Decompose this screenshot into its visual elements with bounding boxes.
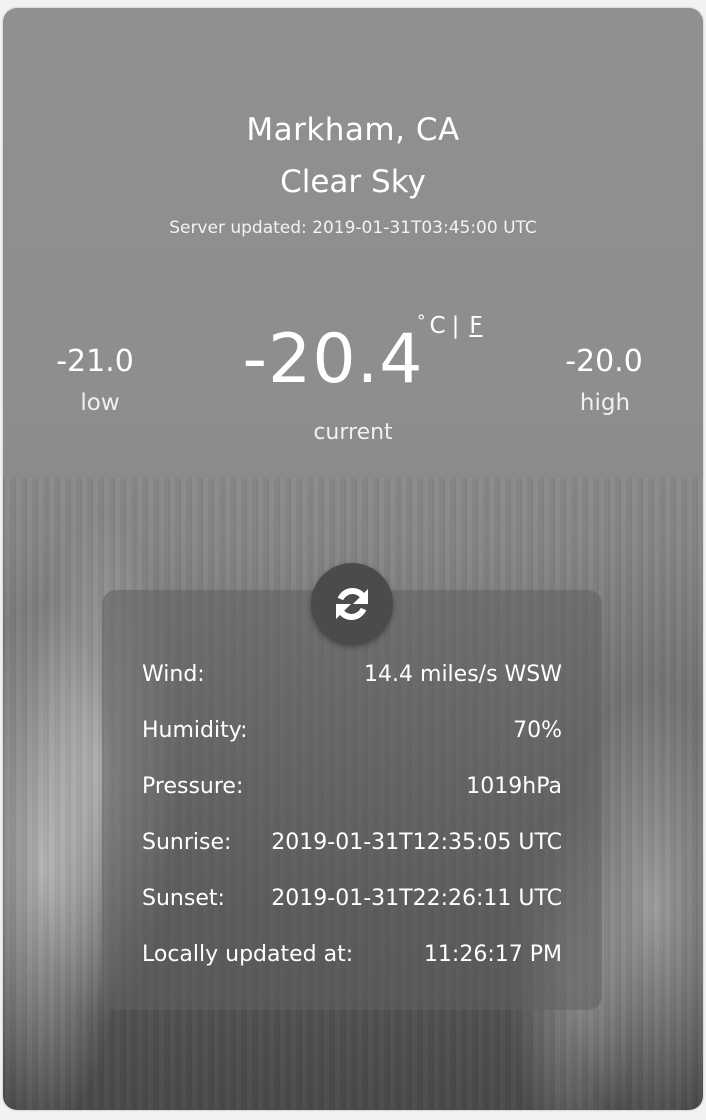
detail-value: 11:26:17 PM — [423, 942, 562, 967]
detail-row-humidity: Humidity: 70% — [142, 718, 562, 748]
low-temperature-value: -21.0 — [56, 344, 134, 379]
detail-row-local-update: Locally updated at: 11:26:17 PM — [142, 942, 562, 972]
city-name: Markham, CA — [246, 112, 460, 148]
detail-value: 1019hPa — [466, 774, 562, 799]
weather-condition: Clear Sky — [280, 164, 426, 200]
weather-card: Markham, CA Clear Sky Server updated: 20… — [3, 8, 703, 1110]
detail-label: Locally updated at: — [142, 942, 354, 967]
detail-label: Wind: — [142, 662, 205, 687]
detail-value: 70% — [513, 718, 562, 743]
degree-symbol: ° — [417, 312, 426, 332]
detail-value: 2019-01-31T22:26:11 UTC — [271, 886, 562, 911]
low-temperature-label: low — [80, 390, 120, 416]
current-temperature-value: -20.4 — [242, 320, 424, 399]
detail-row-wind: Wind: 14.4 miles/s WSW — [142, 662, 562, 692]
detail-row-sunrise: Sunrise: 2019-01-31T12:35:05 UTC — [142, 830, 562, 860]
detail-value: 14.4 miles/s WSW — [364, 662, 562, 687]
detail-label: Sunrise: — [142, 830, 232, 855]
unit-separator: | — [451, 313, 460, 339]
unit-toggle: ° C | F — [417, 312, 483, 339]
detail-row-sunset: Sunset: 2019-01-31T22:26:11 UTC — [142, 886, 562, 916]
server-updated-time: Server updated: 2019-01-31T03:45:00 UTC — [169, 218, 537, 238]
unit-celsius: C — [429, 313, 446, 339]
refresh-button[interactable] — [311, 563, 393, 645]
refresh-icon — [336, 588, 368, 620]
detail-row-pressure: Pressure: 1019hPa — [142, 774, 562, 804]
unit-fahrenheit-link[interactable]: F — [469, 313, 482, 339]
detail-label: Pressure: — [142, 774, 244, 799]
detail-label: Humidity: — [142, 718, 248, 743]
detail-label: Sunset: — [142, 886, 225, 911]
current-temperature-label: current — [313, 420, 393, 445]
high-temperature-value: -20.0 — [565, 344, 643, 379]
detail-value: 2019-01-31T12:35:05 UTC — [271, 830, 562, 855]
high-temperature-label: high — [579, 390, 631, 416]
